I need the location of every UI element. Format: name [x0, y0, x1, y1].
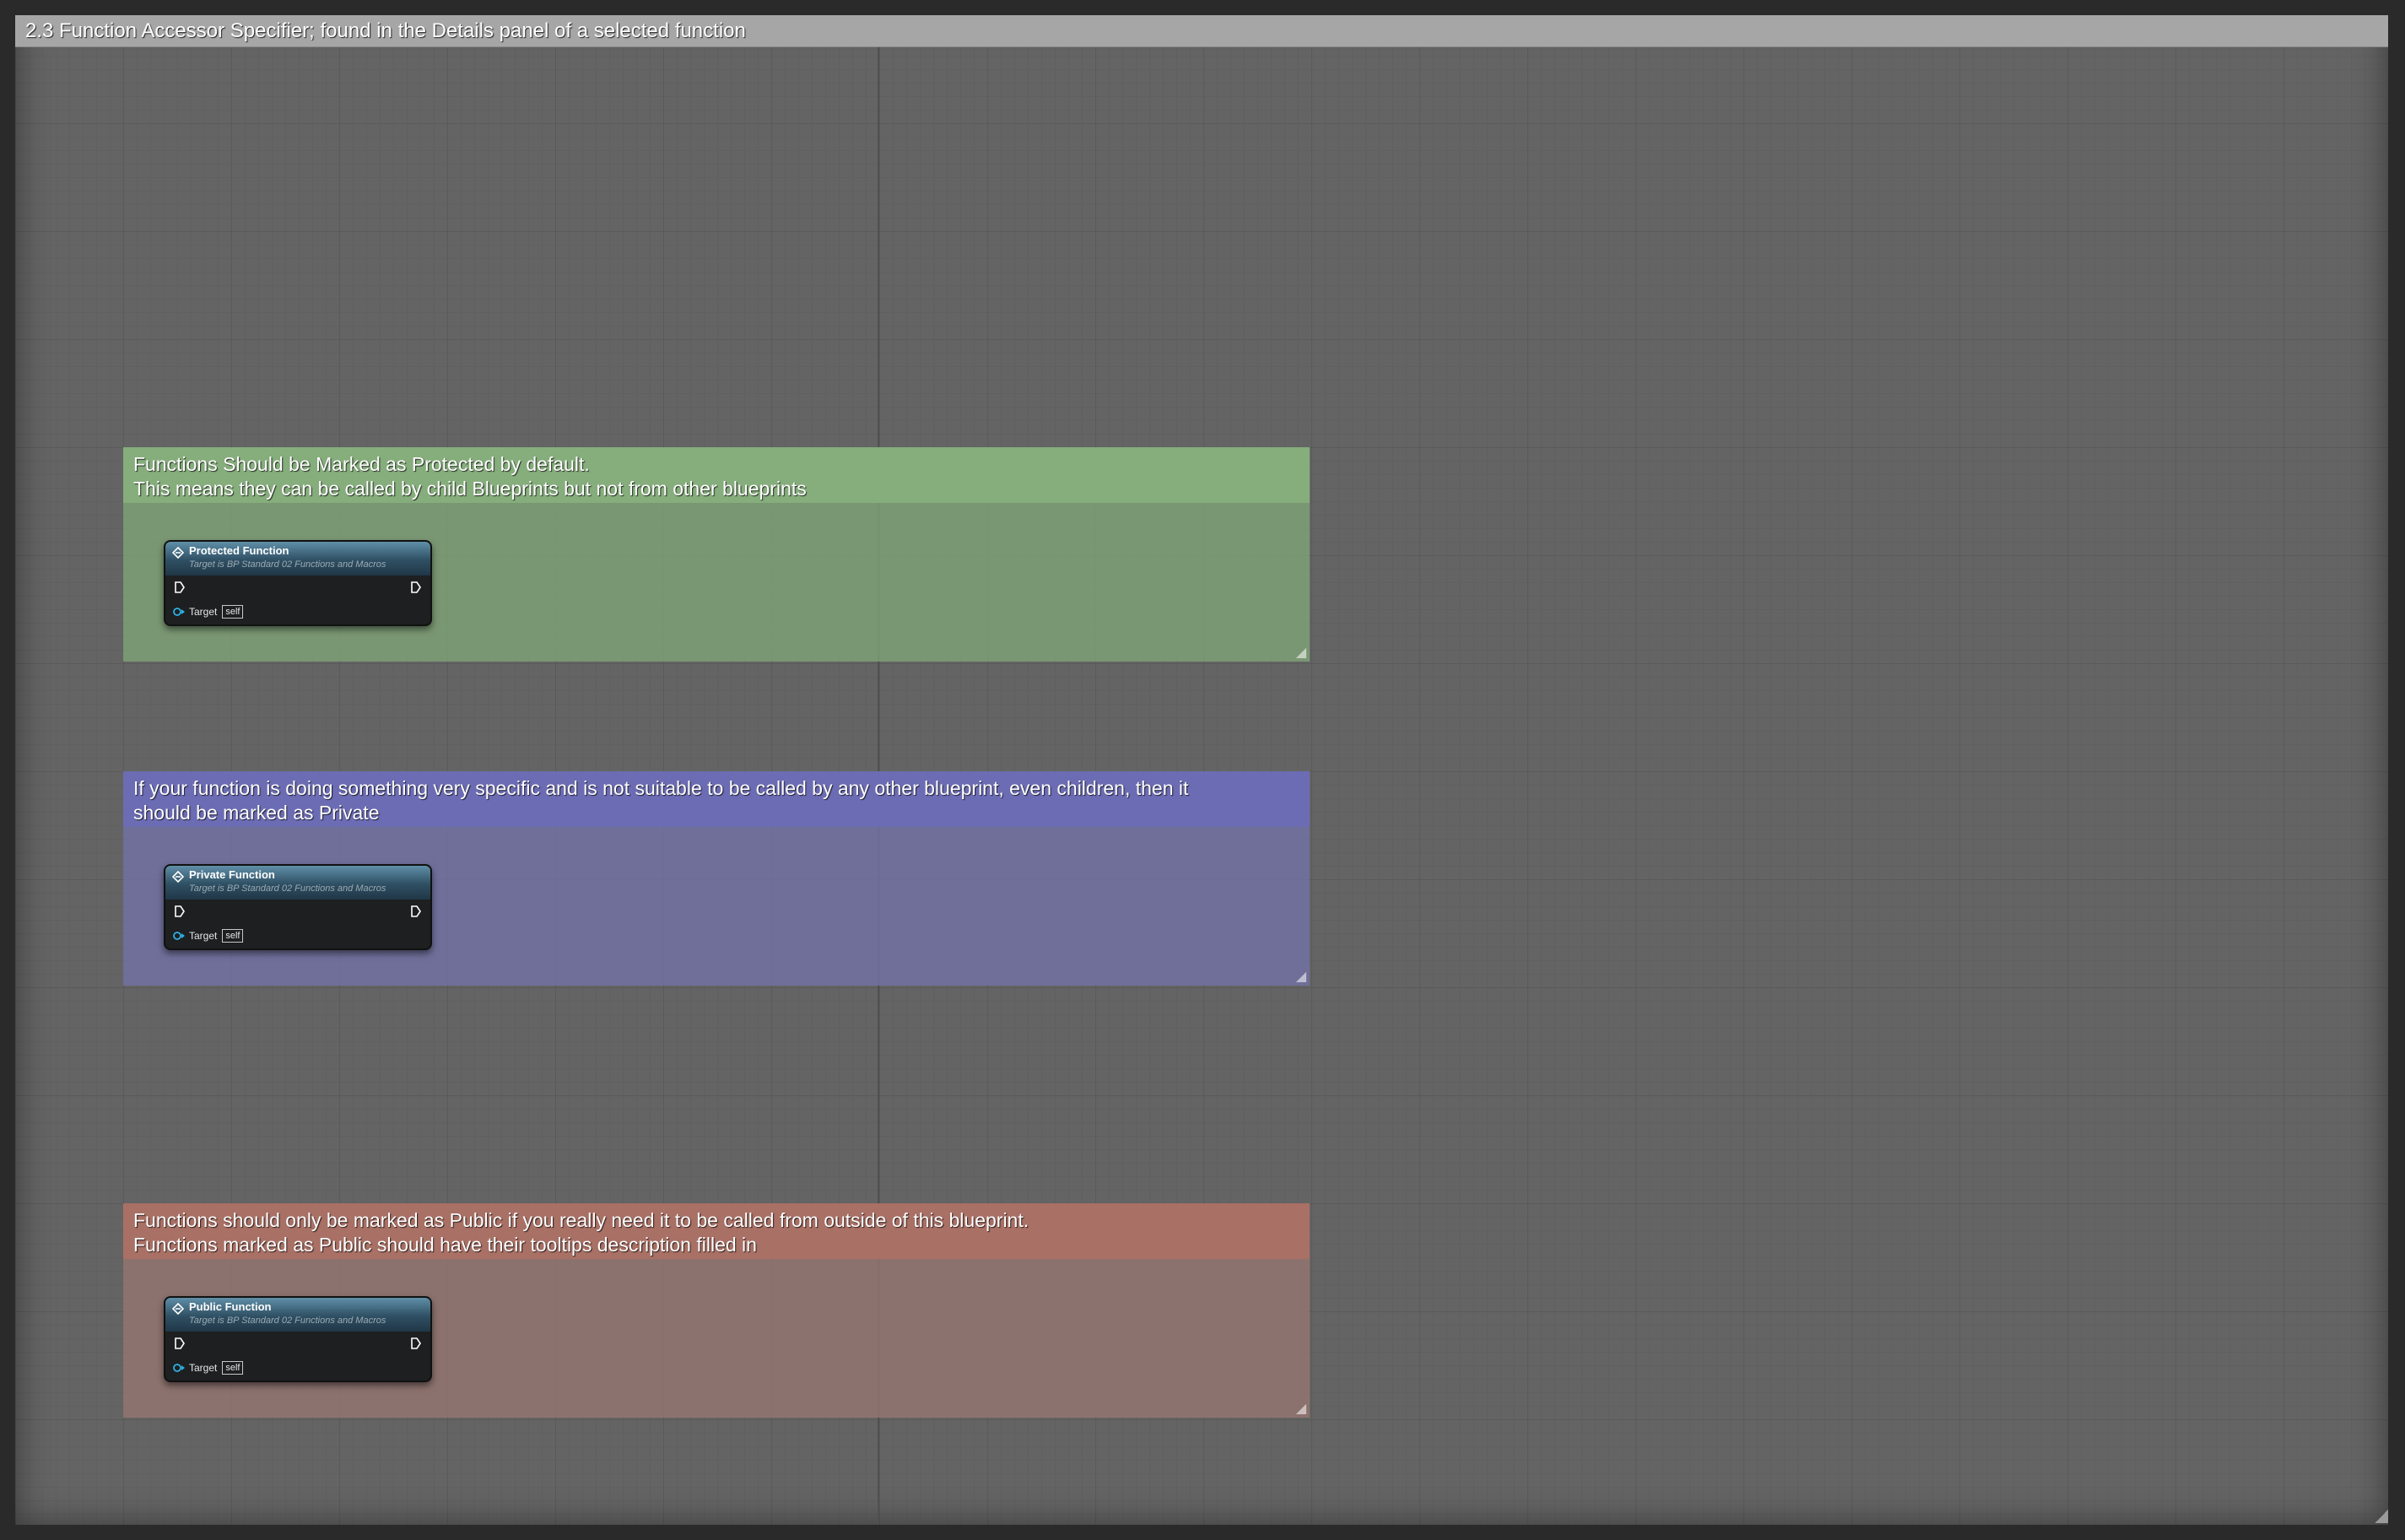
comment-box-protected[interactable]: Functions Should be Marked as Protected …: [123, 447, 1310, 662]
comment-resize-handle[interactable]: [1296, 1404, 1306, 1414]
object-pin-icon[interactable]: [172, 607, 186, 617]
node-subtitle: Target is BP Standard 02 Functions and M…: [189, 883, 386, 894]
node-header[interactable]: Protected Function Target is BP Standard…: [165, 542, 430, 575]
comment-line: This means they can be called by child B…: [133, 478, 807, 500]
target-label: Target: [189, 1362, 218, 1374]
comment-resize-handle[interactable]: [1296, 972, 1306, 982]
comment-header[interactable]: Functions Should be Marked as Protected …: [123, 447, 1310, 503]
function-icon: [172, 547, 184, 559]
comment-line: Functions Should be Marked as Protected …: [133, 453, 590, 475]
function-icon: [172, 1303, 184, 1315]
node-title: Protected Function: [189, 544, 289, 557]
exec-output-pin-icon[interactable]: [410, 905, 422, 918]
comment-header[interactable]: Functions should only be marked as Publi…: [123, 1203, 1310, 1259]
node-subtitle: Target is BP Standard 02 Functions and M…: [189, 1316, 386, 1326]
exec-output-pin-icon[interactable]: [410, 581, 422, 594]
function-node-protected[interactable]: Protected Function Target is BP Standard…: [164, 540, 432, 626]
node-title: Public Function: [189, 1300, 272, 1313]
comment-box-public[interactable]: Functions should only be marked as Publi…: [123, 1203, 1310, 1418]
exec-input-pin-icon[interactable]: [174, 905, 186, 918]
self-value-box: self: [222, 1361, 244, 1375]
comment-box-private[interactable]: If your function is doing something very…: [123, 771, 1310, 986]
self-value-box: self: [222, 605, 244, 619]
comment-line: If your function is doing something very…: [133, 777, 1189, 799]
target-pin-row: Target self: [172, 604, 244, 619]
comment-line: Functions should only be marked as Publi…: [133, 1209, 1030, 1231]
comment-header[interactable]: If your function is doing something very…: [123, 771, 1310, 827]
self-value-box: self: [222, 929, 244, 943]
node-header[interactable]: Public Function Target is BP Standard 02…: [165, 1298, 430, 1332]
outer-comment-title[interactable]: 2.3 Function Accessor Specifier; found i…: [15, 15, 2388, 47]
comment-line: should be marked as Private: [133, 802, 380, 824]
exec-input-pin-icon[interactable]: [174, 1337, 186, 1350]
object-pin-icon[interactable]: [172, 1363, 186, 1373]
target-pin-row: Target self: [172, 928, 244, 943]
function-icon: [172, 871, 184, 883]
target-label: Target: [189, 606, 218, 618]
target-pin-row: Target self: [172, 1360, 244, 1375]
outer-comment-resize-handle[interactable]: [2375, 1510, 2388, 1523]
function-node-public[interactable]: Public Function Target is BP Standard 02…: [164, 1296, 432, 1382]
exec-output-pin-icon[interactable]: [410, 1337, 422, 1350]
exec-input-pin-icon[interactable]: [174, 581, 186, 594]
comment-line: Functions marked as Public should have t…: [133, 1234, 757, 1256]
node-title: Private Function: [189, 868, 275, 881]
node-subtitle: Target is BP Standard 02 Functions and M…: [189, 559, 386, 570]
comment-resize-handle[interactable]: [1296, 648, 1306, 658]
function-node-private[interactable]: Private Function Target is BP Standard 0…: [164, 864, 432, 950]
object-pin-icon[interactable]: [172, 931, 186, 941]
node-header[interactable]: Private Function Target is BP Standard 0…: [165, 866, 430, 900]
target-label: Target: [189, 930, 218, 942]
